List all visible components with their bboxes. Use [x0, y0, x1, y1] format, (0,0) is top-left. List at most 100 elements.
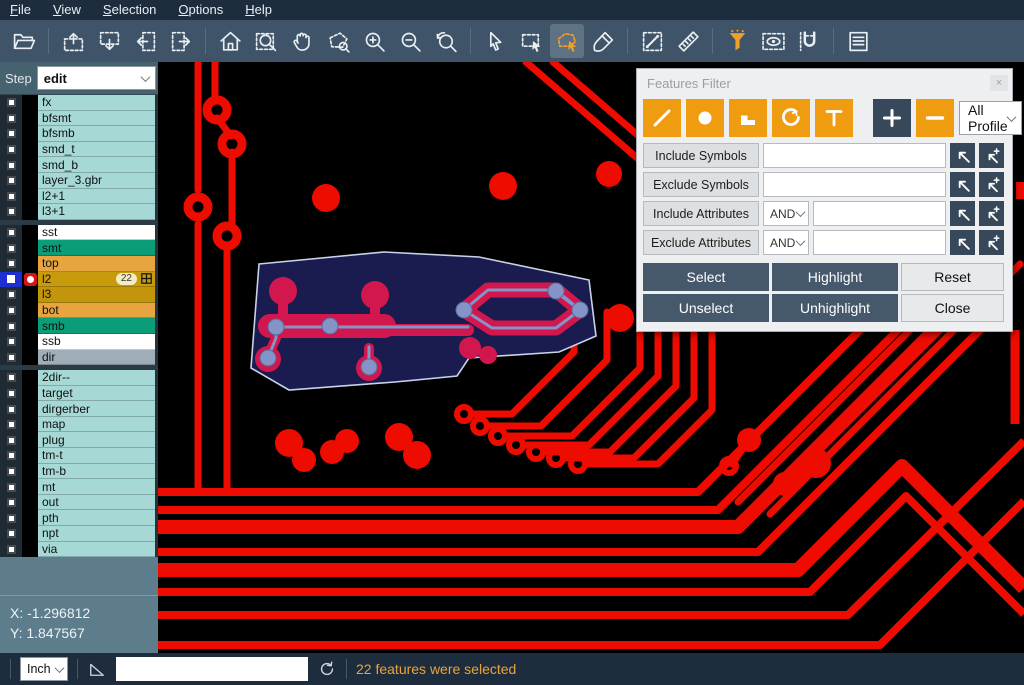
layer-label[interactable]: mt	[38, 479, 155, 495]
layer-checkbox[interactable]	[7, 192, 16, 201]
layer-checkbox-cell[interactable]	[0, 386, 22, 402]
corner-measure-icon[interactable]	[87, 659, 107, 679]
layer-checkbox-cell[interactable]	[0, 272, 22, 288]
layer-checkbox-cell[interactable]	[0, 225, 22, 241]
layer-checkbox[interactable]	[7, 306, 16, 315]
work-layer-cell[interactable]	[22, 303, 38, 319]
layer-row-smd_t[interactable]: smd_t	[0, 142, 158, 158]
menu-file[interactable]: File	[8, 1, 42, 19]
exclude-attributes-logic-dropdown[interactable]: AND	[763, 230, 809, 255]
exclude-symbols-pick-add-button[interactable]	[979, 172, 1004, 197]
include-symbols-pick-button[interactable]	[950, 143, 975, 168]
feature-type-text-button[interactable]	[815, 99, 853, 137]
exclude-symbols-button[interactable]: Exclude Symbols	[643, 172, 759, 197]
layer-checkbox-cell[interactable]	[0, 542, 22, 558]
layer-label[interactable]: l222	[38, 272, 155, 288]
layer-row-map[interactable]: map	[0, 417, 158, 433]
layer-row-l3+1[interactable]: l3+1	[0, 204, 158, 220]
measure-line-button[interactable]	[635, 24, 669, 58]
layer-checkbox[interactable]	[7, 228, 16, 237]
layer-checkbox-cell[interactable]	[0, 173, 22, 189]
layer-checkbox-cell[interactable]	[0, 142, 22, 158]
layer-checkbox-cell[interactable]	[0, 464, 22, 480]
layer-row-ssb[interactable]: ssb	[0, 334, 158, 350]
work-layer-cell[interactable]	[22, 479, 38, 495]
layer-row-sst[interactable]: sst	[0, 225, 158, 241]
layer-checkbox[interactable]	[7, 98, 16, 107]
layer-row-tm-t[interactable]: tm-t	[0, 448, 158, 464]
layer-checkbox[interactable]	[7, 207, 16, 216]
layer-checkbox[interactable]	[7, 129, 16, 138]
layer-checkbox-cell[interactable]	[0, 204, 22, 220]
layer-label[interactable]: bfsmt	[38, 111, 155, 127]
layers-panel-button[interactable]	[841, 24, 875, 58]
layer-checkbox-cell[interactable]	[0, 303, 22, 319]
include-symbols-button[interactable]: Include Symbols	[643, 143, 759, 168]
layer-row-via[interactable]: via	[0, 542, 158, 558]
exclude-attributes-pick-add-button[interactable]	[979, 230, 1004, 255]
command-input[interactable]	[116, 657, 308, 681]
work-layer-cell[interactable]	[22, 240, 38, 256]
layer-checkbox[interactable]	[7, 451, 16, 460]
highlight-button[interactable]: Highlight	[772, 263, 898, 291]
work-layer-cell[interactable]	[22, 334, 38, 350]
layer-checkbox[interactable]	[7, 145, 16, 154]
remove-filter-button[interactable]	[916, 99, 954, 137]
layer-checkbox-cell[interactable]	[0, 256, 22, 272]
layer-label[interactable]: layer_3.gbr	[38, 173, 155, 189]
layer-label[interactable]: via	[38, 542, 155, 558]
layer-checkbox-cell[interactable]	[0, 350, 22, 366]
feature-type-surface-button[interactable]	[729, 99, 767, 137]
layer-checkbox[interactable]	[7, 244, 16, 253]
layer-row-2dir--[interactable]: 2dir--	[0, 370, 158, 386]
menu-selection[interactable]: Selection	[92, 1, 167, 19]
home-button[interactable]	[213, 24, 247, 58]
layer-checkbox[interactable]	[7, 373, 16, 382]
layer-label[interactable]: l3	[38, 287, 155, 303]
filter-button[interactable]	[720, 24, 754, 58]
work-layer-cell[interactable]	[22, 142, 38, 158]
layer-checkbox[interactable]	[7, 353, 16, 362]
exclude-attributes-button[interactable]: Exclude Attributes	[643, 230, 759, 255]
work-layer-cell[interactable]	[22, 95, 38, 111]
feature-type-line-button[interactable]	[643, 99, 681, 137]
select-button[interactable]: Select	[643, 263, 769, 291]
layer-checkbox-cell[interactable]	[0, 479, 22, 495]
add-filter-button[interactable]	[873, 99, 911, 137]
work-layer-cell[interactable]	[22, 370, 38, 386]
layer-row-mt[interactable]: mt	[0, 479, 158, 495]
pcb-canvas[interactable]: Features Filter × All Profile Include Sy…	[158, 62, 1024, 653]
pan-up-button[interactable]	[56, 24, 90, 58]
layer-row-smb[interactable]: smb	[0, 318, 158, 334]
layer-checkbox[interactable]	[7, 161, 16, 170]
select-polygon-button[interactable]	[550, 24, 584, 58]
work-layer-cell[interactable]	[22, 510, 38, 526]
layer-row-l3[interactable]: l3	[0, 287, 158, 303]
pan-right-button[interactable]	[164, 24, 198, 58]
layer-checkbox-cell[interactable]	[0, 318, 22, 334]
layer-checkbox-cell[interactable]	[0, 432, 22, 448]
layer-checkbox-cell[interactable]	[0, 287, 22, 303]
zoom-out-button[interactable]	[393, 24, 427, 58]
layer-label[interactable]: smt	[38, 240, 155, 256]
layer-label[interactable]: smd_t	[38, 142, 155, 158]
layer-checkbox-cell[interactable]	[0, 510, 22, 526]
layer-row-bfsmb[interactable]: bfsmb	[0, 126, 158, 142]
zoom-previous-button[interactable]	[429, 24, 463, 58]
measure-ruler-button[interactable]	[671, 24, 705, 58]
layer-label[interactable]: smb	[38, 318, 155, 334]
zoom-area-button[interactable]	[249, 24, 283, 58]
layer-row-top[interactable]: top	[0, 256, 158, 272]
layer-label[interactable]: sst	[38, 225, 155, 241]
reset-button[interactable]: Reset	[901, 263, 1004, 291]
layer-checkbox-cell[interactable]	[0, 334, 22, 350]
layer-label[interactable]: tm-t	[38, 448, 155, 464]
zoom-in-button[interactable]	[357, 24, 391, 58]
layer-checkbox[interactable]	[7, 389, 16, 398]
layer-checkbox[interactable]	[7, 322, 16, 331]
work-layer-cell[interactable]	[22, 432, 38, 448]
layer-row-out[interactable]: out	[0, 495, 158, 511]
select-brush-button[interactable]	[586, 24, 620, 58]
work-layer-cell[interactable]	[22, 256, 38, 272]
close-button[interactable]: Close	[901, 294, 1004, 322]
